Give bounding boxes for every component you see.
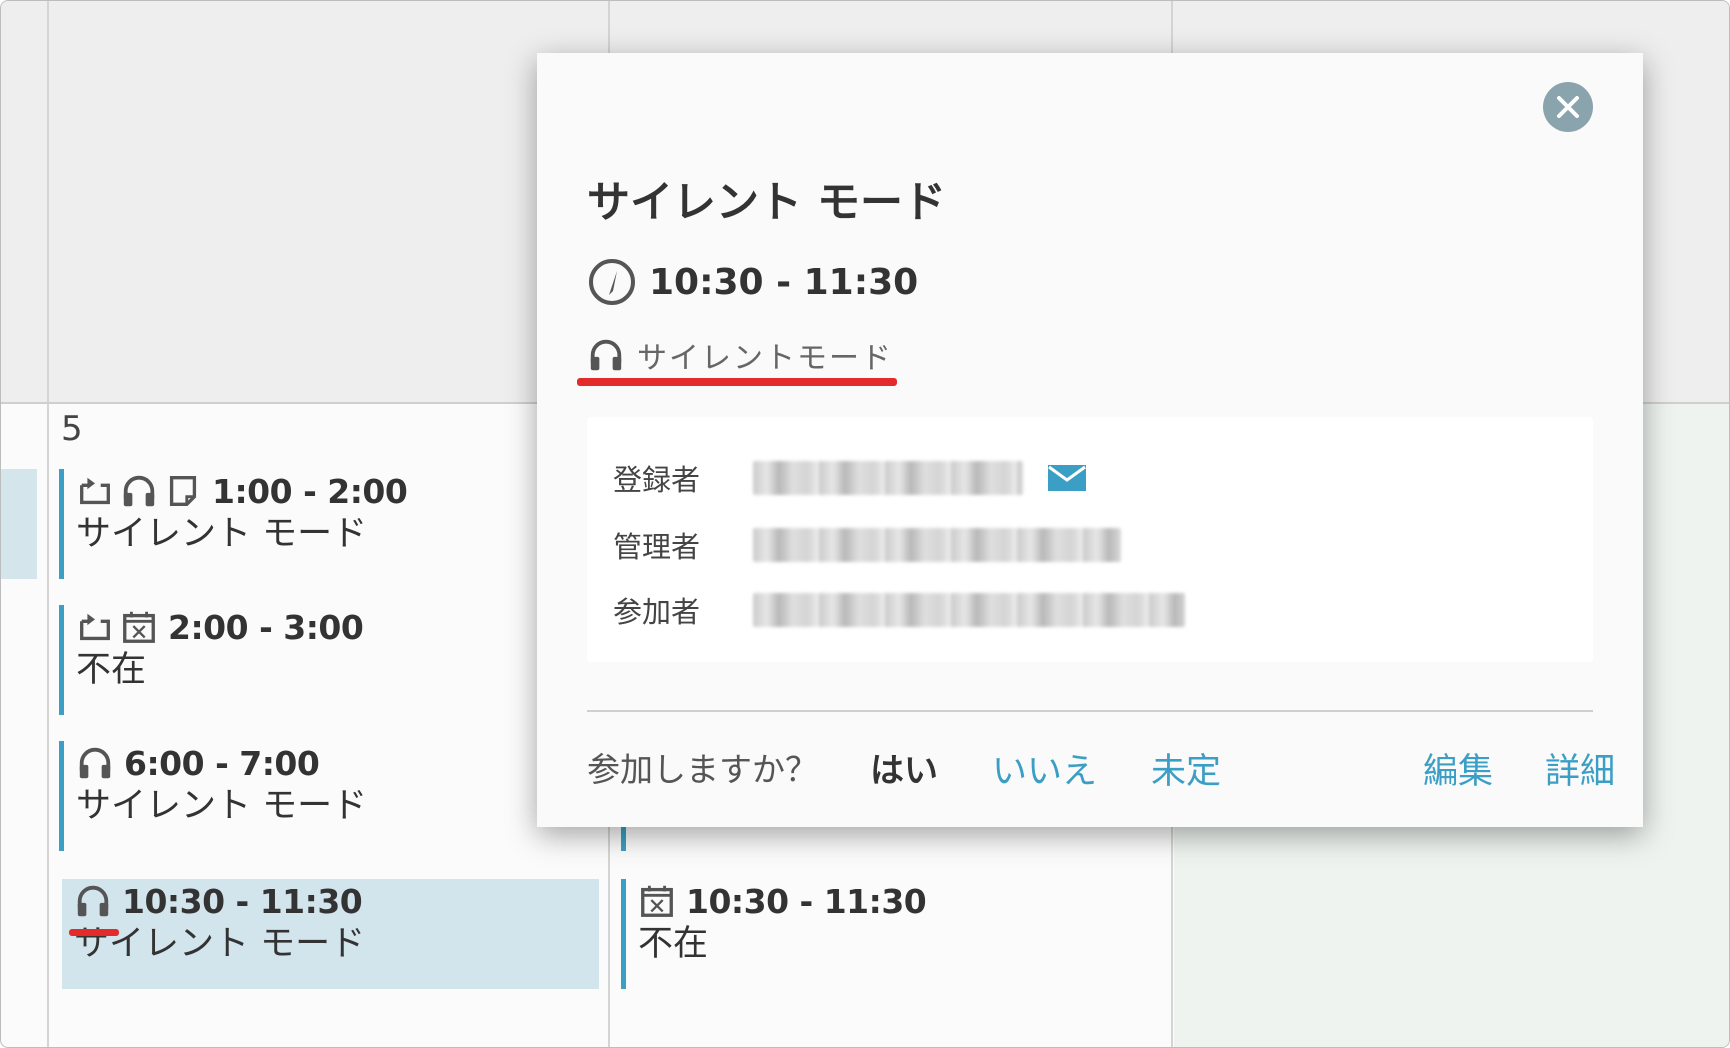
participants-box: 登録者 管理者 参加者 — [587, 417, 1593, 662]
participant-label: 参加者 — [613, 595, 701, 629]
event-time: 6:00 - 7:00 — [124, 743, 320, 783]
calendar-event-selected[interactable]: 10:30 - 11:30 サイレント モード — [62, 879, 599, 989]
attend-no-link[interactable]: いいえ — [992, 743, 1097, 794]
prev-day-event-stripe[interactable] — [1, 469, 37, 579]
headphones-icon — [74, 882, 112, 920]
popup-time: 10:30 - 11:30 — [649, 261, 919, 303]
event-detail-popup: サイレント モード 10:30 - 11:30 サイレントモード 登録者 管理者… — [537, 53, 1643, 827]
manager-row: 管理者 — [613, 524, 1121, 566]
facility-name[interactable]: サイレントモード — [637, 333, 893, 377]
repeat-icon — [76, 472, 114, 510]
headphones-icon — [76, 744, 114, 782]
close-button[interactable] — [1543, 82, 1593, 132]
event-title: 不在 — [638, 924, 709, 964]
participant-row: 参加者 — [613, 589, 1185, 631]
headphones-icon — [587, 336, 625, 374]
clock-icon — [587, 257, 637, 307]
headphones-icon — [120, 472, 158, 510]
event-title: サイレント モード — [76, 786, 368, 826]
calendar-event[interactable]: 6:00 - 7:00 サイレント モード — [59, 741, 599, 851]
event-title: サイレント モード — [74, 924, 366, 964]
registrant-row: 登録者 — [613, 457, 1087, 499]
manager-label: 管理者 — [613, 530, 701, 564]
calendar-event[interactable]: 1:00 - 2:00 サイレント モード — [59, 469, 599, 579]
attend-question: 参加しますか？ — [587, 750, 818, 789]
highlight-underline — [69, 929, 119, 936]
calendar-x-icon — [638, 882, 676, 920]
participant-names-blurred — [753, 593, 1185, 627]
details-link[interactable]: 詳細 — [1545, 743, 1615, 794]
registrant-label: 登録者 — [613, 463, 701, 497]
edit-link[interactable]: 編集 — [1423, 743, 1493, 794]
event-title: 不在 — [76, 650, 147, 690]
popup-footer: 参加しますか？ はい いいえ 未定 編集 詳細 — [587, 743, 1615, 794]
event-time: 10:30 - 11:30 — [122, 881, 363, 921]
mail-icon[interactable] — [1047, 464, 1087, 492]
event-time: 1:00 - 2:00 — [212, 471, 408, 511]
attend-undecided-link[interactable]: 未定 — [1151, 743, 1221, 794]
day-number[interactable]: 5 — [61, 409, 83, 449]
close-icon — [1555, 94, 1581, 120]
manager-name-blurred — [753, 528, 1121, 562]
event-time: 10:30 - 11:30 — [686, 881, 927, 921]
registrant-name-blurred — [753, 461, 1023, 495]
event-title: サイレント モード — [76, 514, 368, 554]
calendar-event[interactable]: 10:30 - 11:30 不在 — [621, 879, 1161, 989]
popup-title: サイレント モード — [587, 178, 946, 228]
calendar-x-icon — [120, 608, 158, 646]
highlight-underline — [577, 378, 897, 386]
memo-icon — [164, 472, 202, 510]
grid-line — [47, 1, 49, 1047]
repeat-icon — [76, 608, 114, 646]
calendar-event[interactable]: 2:00 - 3:00 不在 — [59, 605, 599, 715]
popup-time-row: 10:30 - 11:30 — [587, 257, 918, 307]
event-time: 2:00 - 3:00 — [168, 607, 364, 647]
attend-yes-selected[interactable]: はい — [870, 743, 938, 792]
facility-row[interactable]: サイレントモード — [587, 333, 893, 377]
calendar-window: 5 1:00 - 2:00 サイレント モード 2:00 - 3:00 不在 6… — [0, 0, 1730, 1048]
divider — [587, 710, 1593, 712]
